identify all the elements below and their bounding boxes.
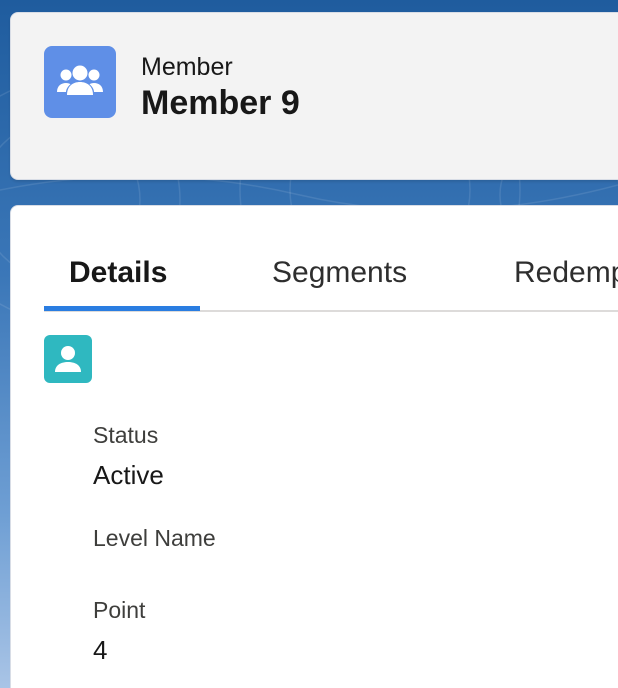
tab-details[interactable]: Details xyxy=(69,246,167,310)
tab-redemptions[interactable]: Redemp xyxy=(514,246,618,310)
record-header: Member Member 9 xyxy=(10,12,618,180)
record-detail-card: Details Segments Redemp Status Active Le… xyxy=(10,205,618,688)
people-group-icon xyxy=(44,46,116,118)
object-type-label: Member xyxy=(141,53,233,81)
record-title: Member 9 xyxy=(141,84,300,122)
point-label: Point xyxy=(93,597,146,623)
status-value: Active xyxy=(93,460,164,490)
active-tab-indicator xyxy=(44,306,200,311)
level-name-label: Level Name xyxy=(93,525,216,551)
point-value: 4 xyxy=(93,635,108,665)
tab-segments[interactable]: Segments xyxy=(272,246,407,310)
person-icon xyxy=(44,335,92,383)
tab-bar: Details Segments Redemp xyxy=(44,246,618,312)
status-label: Status xyxy=(93,422,159,448)
